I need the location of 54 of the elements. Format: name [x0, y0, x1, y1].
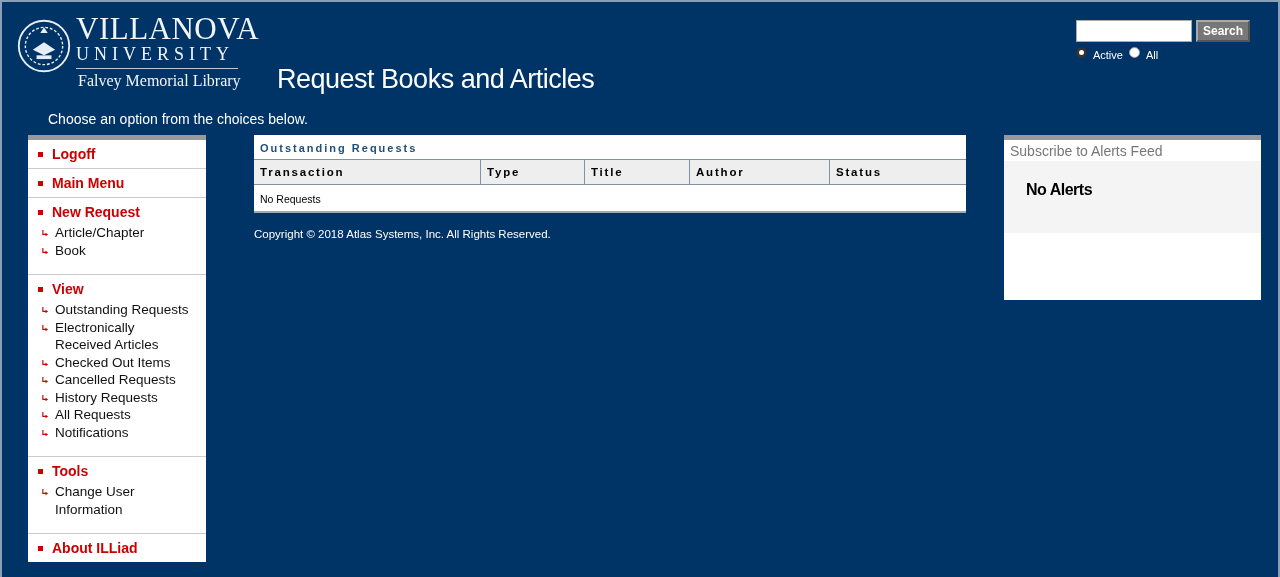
menu-link[interactable]: Main Menu [52, 175, 125, 191]
logo-name: VILLANOVA [76, 14, 260, 44]
menu-link[interactable]: Tools [52, 463, 89, 479]
radio-button[interactable] [1075, 47, 1087, 58]
arrow-icon [42, 359, 49, 367]
logo-subname: UNIVERSITY [76, 44, 238, 69]
search-field[interactable] [1075, 20, 1192, 42]
page-title: Request Books and Articles [277, 63, 595, 96]
submenu-link[interactable]: Article/Chapter [55, 224, 191, 242]
submenu-link[interactable]: Change User Information [55, 483, 191, 518]
copyright-text: Copyright © 2018 Atlas Systems, Inc. All Rights Reserved. [254, 228, 552, 240]
menu-link[interactable]: About ILLiad [52, 540, 138, 556]
column-header: Author [690, 160, 830, 184]
submenu-link[interactable]: Cancelled Requests [55, 371, 191, 389]
arrow-icon [42, 307, 49, 314]
column-header: Transaction [254, 160, 481, 184]
arrow-icon [42, 377, 49, 384]
submenu-link[interactable]: Electronically Received Articles [55, 318, 191, 354]
column-header: Type [481, 160, 585, 184]
bullet-icon [38, 468, 43, 474]
submenu-link[interactable]: Outstanding Requests [55, 301, 191, 319]
arrow-icon [42, 324, 49, 332]
arrow-icon [42, 489, 49, 496]
arrow-icon [42, 429, 49, 437]
arrow-icon [42, 394, 49, 402]
submenu-link[interactable]: Notifications [55, 423, 191, 441]
empty-message: No Requests [259, 192, 322, 207]
bullet-icon [38, 209, 43, 215]
menu-link[interactable]: New Request [52, 204, 140, 220]
bullet-icon [38, 180, 43, 186]
submenu-link[interactable]: All Requests [55, 406, 191, 424]
radio-button[interactable] [1128, 47, 1140, 58]
intro-text: Choose an option from the choices below. [48, 110, 309, 128]
submenu-link[interactable]: History Requests [55, 388, 191, 406]
menu-link[interactable]: Logoff [52, 146, 96, 162]
alerts-feed-link[interactable]: Subscribe to Alerts Feed [1004, 140, 1261, 161]
library-name: Falvey Memorial Library [78, 71, 241, 92]
table-title: Outstanding Requests [259, 141, 419, 156]
column-header: Status [835, 165, 883, 180]
submenu-link[interactable]: Checked Out Items [55, 353, 191, 371]
arrow-icon [42, 412, 49, 419]
search-button[interactable]: Search [1195, 20, 1250, 42]
column-header: Title [585, 160, 690, 184]
arrow-icon [42, 247, 49, 255]
bullet-icon [38, 151, 43, 157]
bullet-icon [38, 286, 43, 292]
alerts-message: No Alerts [1026, 181, 1094, 199]
radio-label: All [1145, 49, 1159, 61]
submenu-link[interactable]: Book [55, 241, 191, 259]
bullet-icon [38, 545, 43, 551]
seal-icon [16, 18, 72, 74]
arrow-icon [42, 230, 49, 237]
radio-label: Active [1092, 49, 1123, 61]
menu-link[interactable]: View [52, 281, 84, 297]
